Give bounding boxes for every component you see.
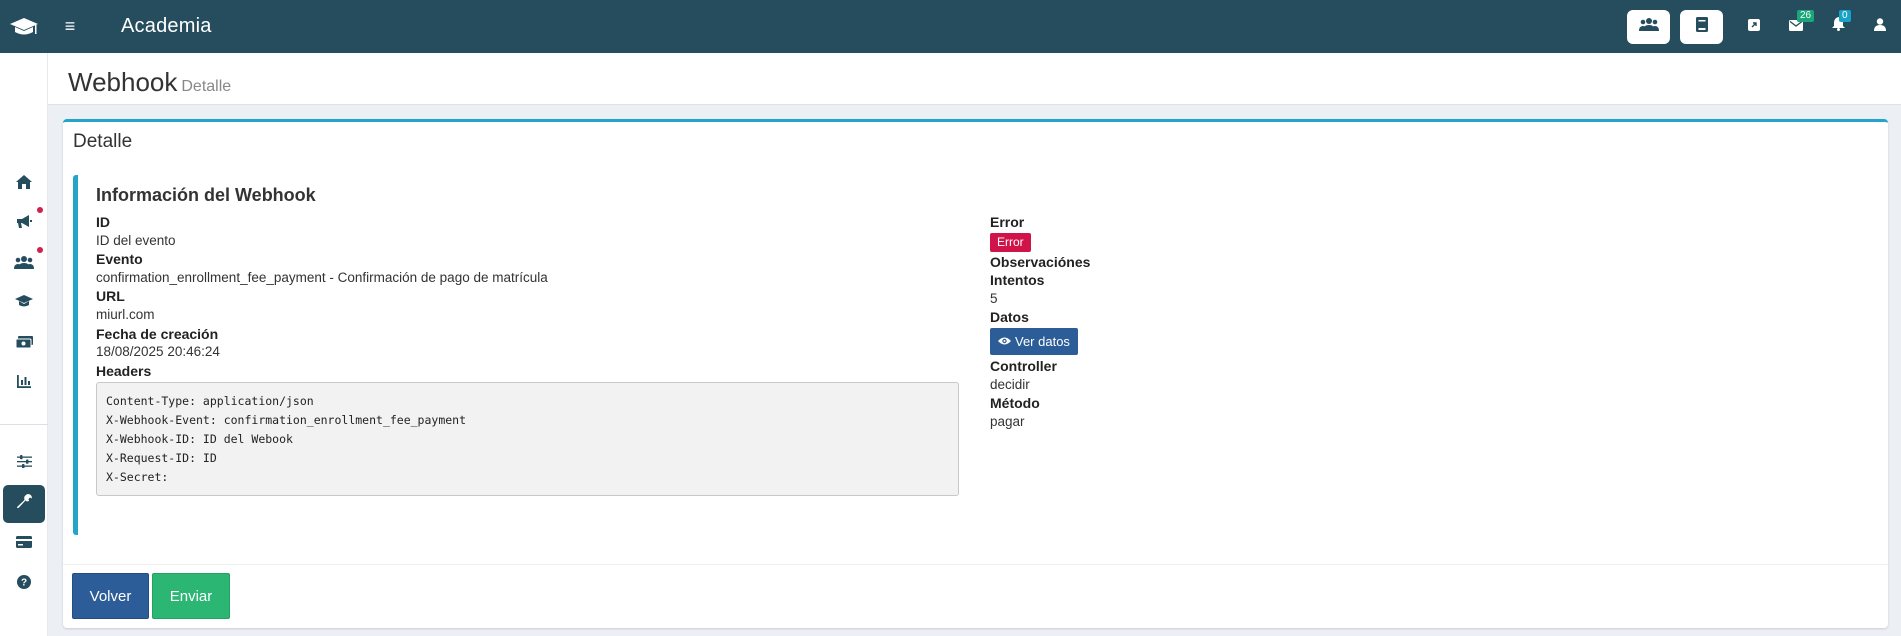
sidebar-item-payments[interactable]	[3, 325, 45, 363]
home-icon	[16, 174, 32, 194]
datos-label: Datos	[990, 309, 1029, 326]
courses-button[interactable]	[1680, 9, 1723, 44]
ver-datos-button[interactable]: Ver datos	[990, 327, 1078, 355]
url-label: URL	[96, 288, 125, 305]
right-details-column: Error Error Observaciónes Intentos 5 Dat…	[990, 213, 1390, 431]
money-icon	[15, 335, 33, 353]
users-icon	[1638, 17, 1659, 36]
header-line: X-Request-ID: ID	[106, 450, 217, 465]
wrench-icon	[16, 494, 32, 514]
groups-button[interactable]	[1627, 9, 1670, 44]
sidebar-item-billing[interactable]	[3, 525, 45, 563]
users-icon	[14, 255, 34, 274]
fecha-creacion-value: 18/08/2025 20:46:24	[96, 344, 220, 360]
header-line: X-Webhook-ID: ID del Webook	[106, 431, 293, 446]
help-icon: ?	[17, 574, 31, 594]
app-title: Academia	[121, 15, 212, 37]
evento-value: confirmation_enrollment_fee_payment - Co…	[96, 269, 548, 285]
notifications-button[interactable]: 0	[1817, 0, 1859, 53]
ver-datos-label: Ver datos	[1015, 333, 1070, 349]
svg-text:?: ?	[21, 577, 27, 588]
top-navbar: ≡ Academia 26 0	[0, 0, 1901, 53]
hamburger-icon[interactable]: ≡	[48, 0, 92, 53]
notification-dot	[37, 247, 43, 253]
left-details-column: ID ID del evento Evento confirmation_enr…	[96, 213, 961, 497]
page-title: Webhook Detalle	[68, 67, 231, 98]
metodo-value: pagar	[990, 413, 1025, 429]
megaphone-icon	[16, 214, 32, 234]
sliders-icon	[16, 455, 32, 473]
sidebar-item-academic[interactable]	[3, 285, 45, 323]
controller-value: decidir	[990, 376, 1030, 392]
page-subtitle: Detalle	[181, 78, 232, 95]
card-footer-divider	[63, 564, 1888, 565]
external-link-button[interactable]	[1733, 0, 1775, 53]
credit-card-icon	[16, 535, 32, 553]
graduation-cap-icon	[15, 295, 33, 313]
sidebar-item-home[interactable]	[3, 165, 45, 203]
graduation-cap-icon[interactable]	[0, 0, 48, 53]
sidebar-item-tools[interactable]	[3, 485, 45, 523]
volver-button[interactable]: Volver	[72, 573, 149, 619]
user-icon	[1874, 17, 1886, 36]
id-value: ID del evento	[96, 232, 176, 248]
user-menu-button[interactable]	[1859, 0, 1901, 53]
sidebar-item-reports[interactable]	[3, 365, 45, 403]
messages-button[interactable]: 26	[1775, 0, 1817, 53]
webhook-info-callout: Información del Webhook ID ID del evento…	[73, 175, 1878, 535]
section-title: Información del Webhook	[96, 185, 316, 205]
card-title: Detalle	[73, 131, 133, 152]
id-label: ID	[96, 214, 110, 230]
header-line: X-Secret:	[106, 469, 169, 484]
eye-icon	[998, 334, 1015, 349]
error-label: Error	[990, 214, 1025, 230]
observaciones-label: Observaciónes	[990, 253, 1091, 270]
sidebar-divider	[0, 424, 48, 425]
headers-code-block: Content-Type: application/json X-Webhook…	[96, 382, 959, 497]
url-value: miurl.com	[96, 306, 155, 322]
notification-dot	[37, 207, 43, 213]
controller-label: Controller	[990, 357, 1057, 374]
header-line: Content-Type: application/json	[106, 394, 314, 409]
enviar-button[interactable]: Enviar	[152, 573, 230, 619]
error-status-badge: Error	[990, 232, 1031, 252]
external-link-icon	[1748, 18, 1760, 36]
book-icon	[1695, 16, 1708, 37]
chart-icon	[17, 375, 31, 393]
notifications-count-badge: 0	[1839, 10, 1851, 22]
detail-card: Detalle Información del Webhook ID ID de…	[63, 119, 1888, 628]
messages-count-badge: 26	[1797, 10, 1815, 22]
intentos-label: Intentos	[990, 272, 1045, 289]
sidebar-item-help[interactable]: ?	[3, 565, 45, 603]
metodo-label: Método	[990, 395, 1040, 412]
page-header: Webhook Detalle	[48, 53, 1901, 105]
page-title-text: Webhook	[68, 67, 178, 97]
sidebar-item-settings[interactable]	[3, 445, 45, 483]
headers-label: Headers	[96, 362, 152, 379]
intentos-value: 5	[990, 290, 998, 306]
fecha-creacion-label: Fecha de creación	[96, 325, 219, 342]
evento-label: Evento	[96, 251, 143, 268]
sidebar: ?	[0, 53, 48, 636]
header-line: X-Webhook-Event: confirmation_enrollment…	[106, 413, 467, 428]
